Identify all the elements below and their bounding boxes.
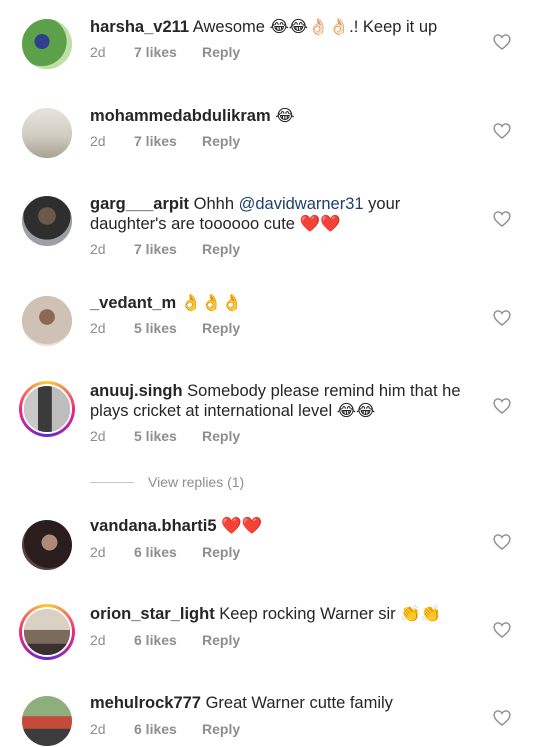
heart-icon[interactable] — [492, 308, 512, 328]
comment-body: 😂 — [270, 107, 295, 125]
comment-likes[interactable]: 5 likes — [134, 320, 202, 336]
comment-text: mohammedabdulikram 😂 — [90, 106, 480, 126]
avatar[interactable] — [22, 696, 72, 746]
reply-button[interactable]: Reply — [202, 428, 240, 444]
reply-button[interactable]: Reply — [202, 44, 240, 60]
reply-button[interactable]: Reply — [202, 721, 240, 737]
comment-likes[interactable]: 6 likes — [134, 721, 202, 737]
comment-username[interactable]: _vedant_m — [90, 294, 176, 312]
comment-body: Keep rocking Warner sir 👏👏 — [214, 605, 442, 623]
comment-username[interactable]: orion_star_light — [90, 605, 215, 623]
comment-time: 2d — [90, 632, 106, 648]
comment-likes[interactable]: 6 likes — [134, 632, 202, 648]
comment-meta: 2d 7 likes Reply — [90, 44, 240, 60]
avatar[interactable] — [22, 520, 72, 570]
comment-text: vandana.bharti5 ❤️❤️ — [90, 516, 480, 536]
reply-button[interactable]: Reply — [202, 320, 240, 336]
comment-text: mehulrock777 Great Warner cutte family — [90, 693, 480, 713]
view-replies-label[interactable]: View replies (1) — [148, 474, 244, 490]
comment-time: 2d — [90, 44, 106, 60]
comment-likes[interactable]: 7 likes — [134, 133, 202, 149]
heart-icon[interactable] — [492, 121, 512, 141]
comment-meta: 2d 5 likes Reply — [90, 428, 240, 444]
comment-body: Great Warner cutte family — [200, 694, 393, 712]
comment-body: 👌👌👌 — [176, 294, 243, 312]
comment-username[interactable]: anuuj.singh — [90, 382, 183, 400]
comment-likes[interactable]: 7 likes — [134, 44, 202, 60]
comment-text: orion_star_light Keep rocking Warner sir… — [90, 604, 480, 624]
avatar[interactable] — [19, 604, 75, 660]
comment-time: 2d — [90, 241, 106, 257]
heart-icon[interactable] — [492, 396, 512, 416]
avatar[interactable] — [19, 381, 75, 437]
heart-icon[interactable] — [492, 209, 512, 229]
reply-button[interactable]: Reply — [202, 241, 240, 257]
comment-time: 2d — [90, 428, 106, 444]
comment-likes[interactable]: 5 likes — [134, 428, 202, 444]
avatar[interactable] — [22, 108, 72, 158]
comment-meta: 2d 6 likes Reply — [90, 721, 240, 737]
comment-meta: 2d 7 likes Reply — [90, 133, 240, 149]
comment-text: anuuj.singh Somebody please remind him t… — [90, 381, 480, 421]
comment-time: 2d — [90, 133, 106, 149]
view-replies-button[interactable]: View replies (1) — [90, 472, 390, 492]
comment-username[interactable]: mehulrock777 — [90, 694, 201, 712]
avatar[interactable] — [22, 196, 72, 246]
comment-time: 2d — [90, 721, 106, 737]
comment-text: harsha_v211 Awesome 😂😂👌🏻👌🏻.! Keep it up — [90, 17, 480, 37]
comment-username[interactable]: garg___arpit — [90, 195, 189, 213]
reply-button[interactable]: Reply — [202, 133, 240, 149]
comment-text: _vedant_m 👌👌👌 — [90, 293, 480, 313]
comment-time: 2d — [90, 544, 106, 560]
reply-button[interactable]: Reply — [202, 632, 240, 648]
comment-username[interactable]: harsha_v211 — [90, 18, 189, 36]
heart-icon[interactable] — [492, 708, 512, 728]
avatar[interactable] — [22, 19, 72, 69]
avatar[interactable] — [22, 296, 72, 346]
heart-icon[interactable] — [492, 532, 512, 552]
heart-icon[interactable] — [492, 620, 512, 640]
reply-button[interactable]: Reply — [202, 544, 240, 560]
comment-meta: 2d 5 likes Reply — [90, 320, 240, 336]
comment-username[interactable]: mohammedabdulikram — [90, 107, 271, 125]
divider — [90, 481, 134, 483]
comment-meta: 2d 6 likes Reply — [90, 632, 240, 648]
comment-username[interactable]: vandana.bharti5 — [90, 517, 217, 535]
comment-text: garg___arpit Ohhh @davidwarner31 your da… — [90, 194, 480, 234]
comment-body-before: Ohhh — [189, 195, 239, 213]
comment-body: ❤️❤️ — [216, 517, 263, 535]
comment-meta: 2d 6 likes Reply — [90, 544, 240, 560]
mention-link[interactable]: @davidwarner31 — [239, 195, 364, 213]
comment-likes[interactable]: 6 likes — [134, 544, 202, 560]
comment-time: 2d — [90, 320, 106, 336]
heart-icon[interactable] — [492, 32, 512, 52]
comment-meta: 2d 7 likes Reply — [90, 241, 240, 257]
comment-likes[interactable]: 7 likes — [134, 241, 202, 257]
comment-body: Awesome 😂😂👌🏻👌🏻.! Keep it up — [189, 18, 438, 36]
